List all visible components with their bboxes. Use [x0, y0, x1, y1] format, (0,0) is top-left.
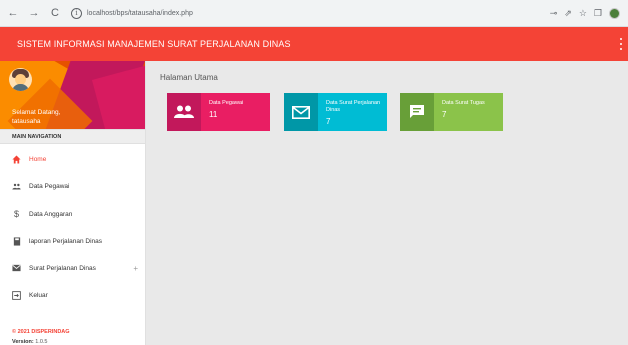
info-card-surat-tugas[interactable]: Data Surat Tugas 7 — [400, 93, 503, 131]
main-content: Halaman Utama Data Pegawai 11 Data Surat… — [147, 61, 628, 345]
card-value: 7 — [442, 110, 447, 119]
info-card-data-pegawai[interactable]: Data Pegawai 11 — [167, 93, 270, 131]
reload-icon[interactable]: C — [47, 5, 63, 21]
user-panel: Selamat Datang, tatausaha — [0, 61, 145, 129]
mail-icon — [12, 264, 21, 273]
sidebar-item-surat-perjalanan-dinas[interactable]: Surat Perjalanan Dinas + — [0, 258, 146, 278]
card-value: 11 — [209, 110, 218, 119]
card-value: 7 — [326, 117, 331, 126]
sidebar-item-label: Home — [29, 155, 47, 163]
version-label: Version: — [12, 339, 34, 345]
mail-icon — [284, 93, 318, 131]
version-text: Version: 1.0.5 — [12, 337, 70, 345]
sidebar-item-label: Keluar — [29, 291, 48, 299]
tab-icon[interactable]: ❐ — [594, 8, 602, 19]
more-menu-icon[interactable] — [620, 38, 623, 50]
back-icon[interactable]: ← — [5, 5, 21, 21]
forward-icon[interactable]: → — [26, 5, 42, 21]
user-avatar[interactable] — [9, 68, 32, 91]
card-title: Data Surat Tugas — [442, 100, 485, 106]
sidebar-item-laporan[interactable]: laporan Perjalanan Dinas — [0, 231, 146, 251]
user-greeting: Selamat Datang, tatausaha — [12, 108, 60, 126]
page-title: Halaman Utama — [160, 73, 218, 82]
sidebar: Selamat Datang, tatausaha MAIN NAVIGATIO… — [0, 61, 146, 345]
browser-toolbar: ← → C i localhost/bps/tatausaha/index.ph… — [0, 0, 628, 27]
app-title: SISTEM INFORMASI MANAJEMEN SURAT PERJALA… — [17, 39, 291, 49]
dollar-icon: $ — [13, 209, 19, 219]
card-title: Data Pegawai — [209, 100, 244, 106]
version-value: 1.0.5 — [35, 339, 48, 345]
nav-header: MAIN NAVIGATION — [0, 129, 145, 144]
username-text: tatausaha — [12, 118, 41, 125]
share-icon[interactable]: ⇗ — [564, 8, 572, 19]
app-header: SISTEM INFORMASI MANAJEMEN SURAT PERJALA… — [0, 27, 628, 61]
sidebar-item-label: laporan Perjalanan Dinas — [29, 237, 102, 245]
sidebar-item-keluar[interactable]: Keluar — [0, 285, 146, 305]
sidebar-item-label: Surat Perjalanan Dinas — [29, 264, 96, 272]
sidebar-item-home[interactable]: Home — [0, 149, 146, 169]
sidebar-item-label: Data Anggaran — [29, 210, 73, 218]
people-icon — [167, 93, 201, 131]
sidebar-item-data-pegawai[interactable]: Data Pegawai — [0, 176, 146, 196]
expand-icon[interactable]: + — [133, 264, 138, 273]
chat-icon — [400, 93, 434, 131]
address-bar[interactable]: i localhost/bps/tatausaha/index.php — [71, 4, 550, 22]
logout-icon — [12, 290, 21, 300]
address-url: localhost/bps/tatausaha/index.php — [87, 9, 193, 17]
home-icon — [12, 154, 21, 164]
info-card-surat-perjalanan[interactable]: Data Surat Perjalanan Dinas 7 — [284, 93, 387, 131]
book-icon — [12, 236, 21, 246]
people-icon — [12, 182, 21, 191]
sidebar-footer: © 2021 DISPERINDAG Version: 1.0.5 — [12, 327, 70, 345]
star-icon[interactable]: ☆ — [579, 8, 587, 19]
copyright-text: © 2021 DISPERINDAG — [12, 329, 70, 335]
card-title: Data Surat Perjalanan Dinas — [326, 100, 381, 113]
sidebar-item-data-anggaran[interactable]: $ Data Anggaran — [0, 204, 146, 224]
sidebar-item-label: Data Pegawai — [29, 182, 70, 190]
greeting-text: Selamat Datang, — [12, 109, 61, 116]
key-icon[interactable]: ⊸ — [550, 8, 558, 19]
profile-avatar-icon[interactable] — [609, 7, 620, 19]
info-icon[interactable]: i — [71, 7, 82, 19]
